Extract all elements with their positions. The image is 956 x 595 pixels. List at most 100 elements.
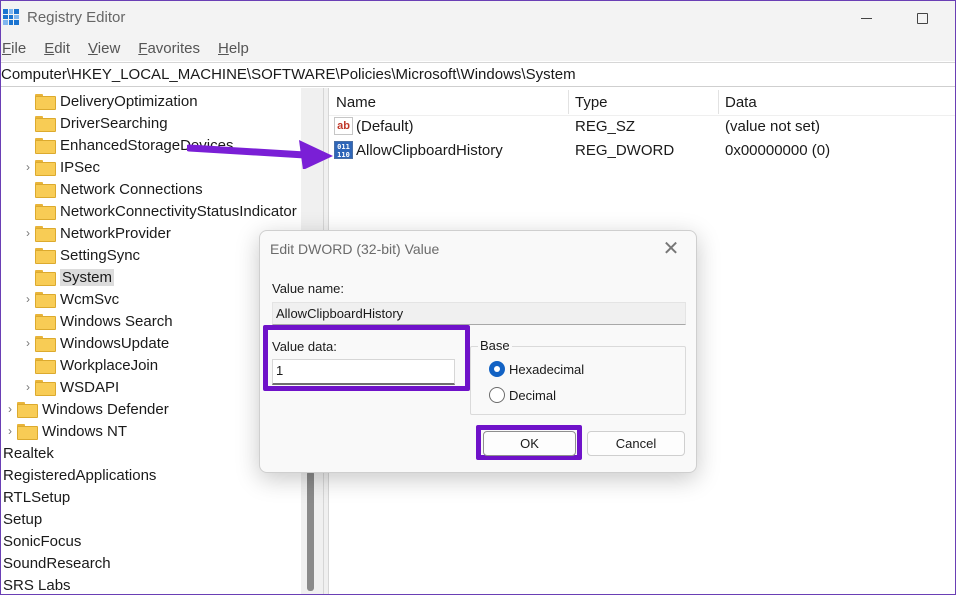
value-name: (Default) (356, 118, 414, 135)
tree-item[interactable]: › Windows NT (3, 420, 127, 442)
tree-item[interactable]: System (21, 266, 115, 288)
column-header-type[interactable]: Type (575, 94, 608, 111)
tree-item-label: Network Connections (60, 180, 203, 198)
minimize-button[interactable] (843, 1, 889, 35)
ok-button[interactable]: OK (483, 431, 576, 456)
tree-item[interactable]: SonicFocus (3, 530, 81, 552)
folder-icon (35, 336, 56, 352)
folder-icon (35, 116, 56, 132)
tree-item[interactable]: Network Connections (21, 178, 203, 200)
tree-item-label: SonicFocus (3, 532, 82, 550)
tree-item[interactable]: › NetworkProvider (21, 222, 171, 244)
folder-icon (35, 204, 56, 220)
title-bar: Registry Editor (1, 1, 955, 35)
folder-icon (35, 380, 56, 396)
tree-item-label: Realtek (3, 444, 54, 462)
tree-item-label: RegisteredApplications (3, 466, 157, 484)
decimal-radio[interactable] (489, 387, 505, 403)
menu-view[interactable]: View (87, 40, 120, 57)
menu-favorites[interactable]: Favorites (137, 40, 200, 57)
value-data-input[interactable]: 1 (272, 359, 455, 385)
chevron-right-icon[interactable]: › (21, 226, 35, 240)
list-row-allowclipboardhistory[interactable]: 011 110 AllowClipboardHistory REG_DWORD … (329, 139, 955, 163)
tree-item-label: WorkplaceJoin (60, 356, 159, 374)
value-data: 0x00000000 (0) (725, 142, 831, 159)
tree-item[interactable]: › Windows Defender (3, 398, 169, 420)
folder-icon (35, 270, 56, 286)
menu-edit[interactable]: Edit (43, 40, 70, 57)
dialog-title: Edit DWORD (32-bit) Value (270, 241, 440, 257)
chevron-right-icon[interactable]: › (21, 160, 35, 174)
hexadecimal-radio[interactable] (489, 361, 505, 377)
registry-editor-icon (3, 9, 19, 25)
tree-item[interactable]: › WSDAPI (21, 376, 119, 398)
menu-help[interactable]: Help (217, 40, 249, 57)
column-header-name[interactable]: Name (336, 94, 376, 111)
value-type: REG_SZ (575, 118, 636, 135)
tree-item[interactable]: Realtek (3, 442, 54, 464)
folder-icon (35, 94, 56, 110)
folder-icon (17, 424, 38, 440)
tree-item-label: SoundResearch (3, 554, 111, 572)
folder-icon (35, 358, 56, 374)
tree-scrollbar-thumb[interactable] (307, 471, 314, 591)
decimal-label[interactable]: Decimal (509, 388, 556, 403)
folder-icon (35, 182, 56, 198)
menu-bar: File Edit View Favorites Help (1, 35, 955, 61)
chevron-right-icon[interactable]: › (21, 292, 35, 306)
tree-item[interactable]: SettingSync (21, 244, 140, 266)
tree-item[interactable]: WorkplaceJoin (21, 354, 158, 376)
tree-item-label: WindowsUpdate (60, 334, 170, 352)
tree-item[interactable]: › WcmSvc (21, 288, 119, 310)
column-header-data[interactable]: Data (725, 94, 757, 111)
tree-item[interactable]: SoundResearch (3, 552, 111, 574)
tree-item-label: WSDAPI (60, 378, 120, 396)
tree-item[interactable]: Windows Search (21, 310, 173, 332)
window-title: Registry Editor (27, 9, 126, 26)
menu-file[interactable]: File (1, 40, 26, 57)
tree-item[interactable]: RTLSetup (3, 486, 70, 508)
tree-item-label: SRS Labs (3, 576, 71, 594)
tree-item[interactable]: RegisteredApplications (3, 464, 156, 486)
tree-item-label: NetworkConnectivityStatusIndicator (60, 202, 297, 220)
tree-item-label: Windows Defender (42, 400, 169, 418)
base-group (470, 346, 686, 415)
folder-icon (35, 292, 56, 308)
value-data: (value not set) (725, 118, 821, 135)
dialog-close-icon[interactable]: ✕ (658, 236, 684, 262)
list-header: Name Type Data (329, 88, 955, 116)
chevron-right-icon[interactable]: › (3, 424, 17, 438)
folder-icon (35, 138, 56, 154)
tree-item[interactable]: DriverSearching (21, 112, 168, 134)
hexadecimal-label[interactable]: Hexadecimal (509, 362, 584, 377)
value-name-field: AllowClipboardHistory (272, 302, 686, 325)
tree-item-label: Windows NT (42, 422, 128, 440)
tree-item[interactable]: NetworkConnectivityStatusIndicator (21, 200, 297, 222)
tree-item[interactable]: Setup (3, 508, 42, 530)
list-row-default[interactable]: ab (Default) REG_SZ (value not set) (329, 115, 955, 139)
tree-item-label: Setup (3, 510, 43, 528)
folder-icon (35, 226, 56, 242)
tree-item[interactable]: SRS Labs (3, 574, 71, 594)
string-value-icon: ab (334, 117, 353, 135)
base-label: Base (478, 338, 512, 353)
value-name: AllowClipboardHistory (356, 142, 503, 159)
tree-item-label: RTLSetup (3, 488, 71, 506)
folder-icon (35, 314, 56, 330)
maximize-icon (916, 12, 928, 24)
tree-item-label: NetworkProvider (60, 224, 171, 242)
value-data-label: Value data: (272, 339, 337, 354)
maximize-button[interactable] (899, 1, 945, 35)
chevron-right-icon[interactable]: › (21, 336, 35, 350)
tree-item[interactable]: › WindowsUpdate (21, 332, 169, 354)
folder-icon (17, 402, 38, 418)
tree-item[interactable]: › IPSec (21, 156, 100, 178)
cancel-button[interactable]: Cancel (587, 431, 685, 456)
chevron-right-icon[interactable]: › (3, 402, 17, 416)
minimize-icon (860, 17, 872, 19)
address-bar[interactable]: Computer\HKEY_LOCAL_MACHINE\SOFTWARE\Pol… (1, 62, 955, 87)
tree-item-label: WcmSvc (60, 290, 120, 308)
tree-item[interactable]: DeliveryOptimization (21, 90, 198, 112)
value-name-label: Value name: (272, 281, 345, 296)
chevron-right-icon[interactable]: › (21, 380, 35, 394)
